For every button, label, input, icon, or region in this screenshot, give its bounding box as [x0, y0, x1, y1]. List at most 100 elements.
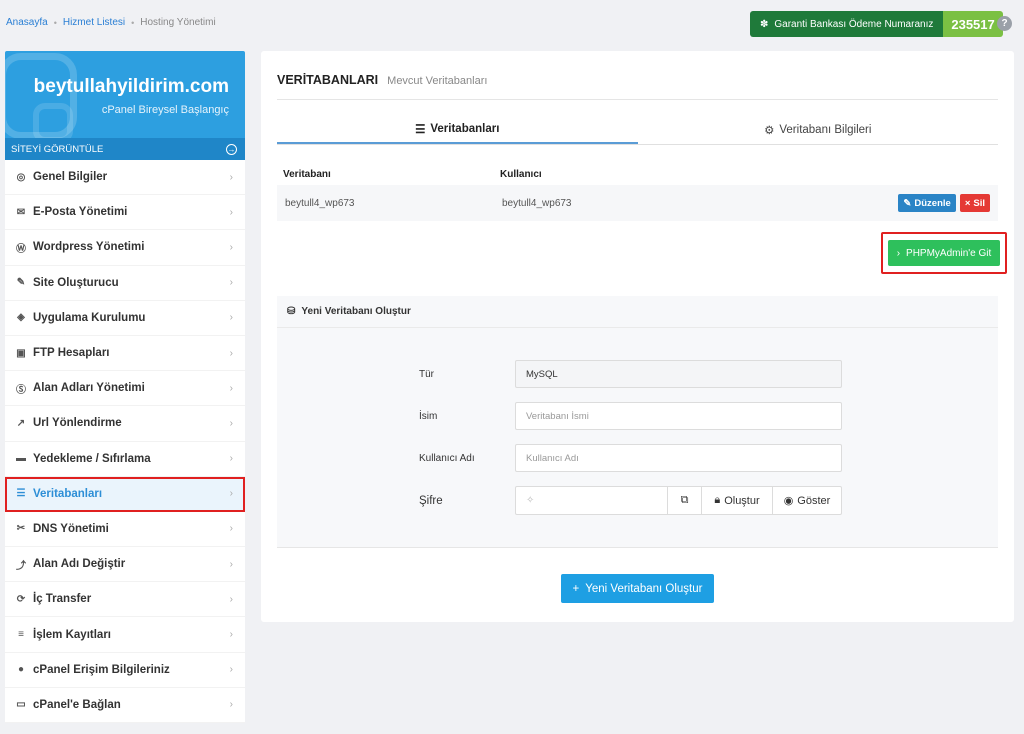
sidebar-item-label: Genel Bilgiler [33, 171, 108, 184]
breadcrumb-separator-icon: • [131, 17, 135, 28]
chevron-right-icon: › [229, 382, 233, 394]
sidebar-item-label: Yedekleme / Sıfırlama [33, 452, 151, 465]
sidebar-item-site-olusturucu[interactable]: ✎ Site Oluşturucu › [5, 266, 245, 301]
show-password-button[interactable]: ◉ Göster [773, 487, 841, 514]
chevron-right-icon: › [896, 247, 901, 259]
type-row: Tür MySQL [419, 360, 842, 388]
copy-button[interactable]: ⧉ [668, 487, 702, 514]
create-database-button[interactable]: + Yeni Veritabanı Oluştur [561, 574, 714, 603]
sidebar-item-wordpress[interactable]: Ⓦ Wordpress Yönetimi › [5, 230, 245, 266]
hard-drive-icon: ▬ [16, 453, 26, 465]
database-icon: ☰ [16, 488, 26, 500]
tab-database-info[interactable]: ⚙ Veritabanı Bilgileri [638, 115, 999, 144]
username-input[interactable]: Kullanıcı Adı [515, 444, 842, 472]
sidebar-menu: ◎ Genel Bilgiler › ✉ E-Posta Yönetimi › Ⓦ Wor… [5, 160, 245, 723]
eye-icon: ◉ [783, 495, 794, 507]
header-user: Kullanıcı [500, 168, 542, 180]
sidebar-item-genel-bilgiler[interactable]: ◎ Genel Bilgiler › [5, 160, 245, 196]
brush-icon: ✎ [16, 277, 26, 289]
help-icon[interactable]: ? [997, 16, 1012, 31]
sidebar-item-alan-adi-degistir[interactable]: ⤴ Alan Adı Değiştir › [5, 547, 245, 583]
refresh-icon: ⟳ [16, 593, 26, 605]
table-header: Veritabanı Kullanıcı [277, 163, 998, 185]
box-icon: ◈ [17, 312, 25, 324]
password-label: Şifre [419, 494, 443, 507]
lock-icon: 🔒︎ [714, 494, 721, 506]
chevron-right-icon: › [229, 664, 233, 676]
copy-icon: ⧉ [680, 494, 689, 506]
name-row: İsim Veritabanı İsmi [419, 402, 842, 430]
header-database: Veritabanı [283, 168, 331, 180]
sidebar-item-label: cPanel Erişim Bilgileriniz [33, 663, 170, 676]
globe-icon: Ⓢ [16, 384, 26, 396]
tab-label: Veritabanı Bilgileri [779, 123, 872, 136]
breadcrumb-current: Hosting Yönetimi [140, 17, 216, 28]
chevron-right-icon: › [229, 488, 233, 500]
cell-user: beytull4_wp673 [502, 197, 572, 209]
generate-label: Oluştur [724, 494, 760, 507]
password-group: ✧ ⧉ 🔒︎ Oluştur ◉ Göster [515, 486, 842, 515]
edit-icon: ✎ [903, 197, 912, 209]
sidebar-item-ftp[interactable]: ▣ FTP Hesapları › [5, 336, 245, 372]
chevron-right-icon: › [229, 241, 233, 253]
sidebar-item-label: E-Posta Yönetimi [33, 206, 128, 219]
sidebar-item-uygulama[interactable]: ◈ Uygulama Kurulumu › [5, 301, 245, 336]
list-icon: ☰ [415, 123, 426, 136]
edit-label: Düzenle [914, 197, 951, 209]
divider [277, 547, 998, 548]
sidebar-item-ic-transfer[interactable]: ⟳ İç Transfer › [5, 582, 245, 618]
edit-button[interactable]: ✎ Düzenle [898, 194, 956, 212]
tab-databases[interactable]: ☰ Veritabanları [277, 115, 638, 144]
chevron-right-icon: › [229, 312, 233, 324]
payment-label: Garanti Bankası Ödeme Numaranız [774, 18, 934, 30]
arrow-right-circle-icon: → [226, 143, 237, 155]
sidebar-item-label: Alan Adları Yönetimi [33, 382, 145, 395]
list-icon: ≡ [18, 629, 24, 641]
arrow-up-right-icon: ↗ [16, 417, 26, 429]
sidebar-item-yedekleme[interactable]: ▬ Yedekleme / Sıfırlama › [5, 442, 245, 477]
chevron-right-icon: › [229, 699, 233, 711]
breadcrumb-home[interactable]: Anasayfa [6, 17, 48, 28]
generate-password-button[interactable]: 🔒︎ Oluştur [702, 487, 773, 514]
database-name-input[interactable]: Veritabanı İsmi [515, 402, 842, 430]
chevron-right-icon: › [229, 171, 233, 183]
sidebar-item-cpanel-baglan[interactable]: ▭ cPanel'e Bağlan › [5, 688, 245, 723]
sidebar-item-veritabanlari[interactable]: ☰ Veritabanları › [5, 476, 245, 512]
section-title: VERİTABANLARI Mevcut Veritabanları [277, 73, 487, 87]
sidebar-item-dns[interactable]: ✂ DNS Yönetimi › [5, 512, 245, 548]
row-actions: ✎ Düzenle × Sil [898, 194, 990, 212]
view-site-button[interactable]: SİTEYİ GÖRÜNTÜLE → [5, 138, 245, 160]
sidebar-item-label: Url Yönlendirme [33, 417, 122, 430]
phpmyadmin-button[interactable]: › PHPMyAdmin'e Git [888, 240, 1000, 266]
password-input[interactable]: ✧ [516, 487, 668, 514]
tab-label: Veritabanları [430, 122, 500, 135]
name-label: İsim [419, 410, 438, 422]
sidebar-item-label: İşlem Kayıtları [33, 628, 111, 641]
chevron-right-icon: › [229, 523, 233, 535]
tab-bar: ☰ Veritabanları ⚙ Veritabanı Bilgileri [277, 115, 998, 145]
chevron-right-icon: › [229, 206, 233, 218]
delete-label: Sil [973, 197, 985, 209]
sidebar-item-islem-kayitlari[interactable]: ≡ İşlem Kayıtları › [5, 617, 245, 653]
chevron-right-icon: › [229, 593, 233, 605]
plus-icon: + [572, 582, 580, 595]
bank-icon: ✽ [760, 18, 769, 30]
chevron-right-icon: › [229, 453, 233, 465]
sidebar: beytullahyildirim.com cPanel Bireysel Ba… [5, 51, 245, 729]
sidebar-item-alan-adlari[interactable]: Ⓢ Alan Adları Yönetimi › [5, 371, 245, 407]
breadcrumb-services[interactable]: Hizmet Listesi [63, 17, 125, 28]
sidebar-item-eposta[interactable]: ✉ E-Posta Yönetimi › [5, 195, 245, 231]
sidebar-item-label: Site Oluşturucu [33, 276, 119, 289]
sidebar-item-url-yonlendirme[interactable]: ↗ Url Yönlendirme › [5, 406, 245, 442]
delete-button[interactable]: × Sil [959, 194, 990, 212]
chevron-right-icon: › [229, 347, 233, 359]
sidebar-item-cpanel-erisim[interactable]: ● cPanel Erişim Bilgileriniz › [5, 653, 245, 688]
view-site-label: SİTEYİ GÖRÜNTÜLE [11, 143, 104, 155]
page-subtitle: Mevcut Veritabanları [387, 75, 488, 87]
close-icon: × [964, 197, 971, 209]
type-select[interactable]: MySQL [515, 360, 842, 388]
tools-icon: ✂ [16, 523, 26, 535]
type-label: Tür [419, 368, 434, 380]
info-icon: ◎ [16, 171, 26, 183]
plan-name: cPanel Bireysel Başlangıç [101, 104, 229, 116]
